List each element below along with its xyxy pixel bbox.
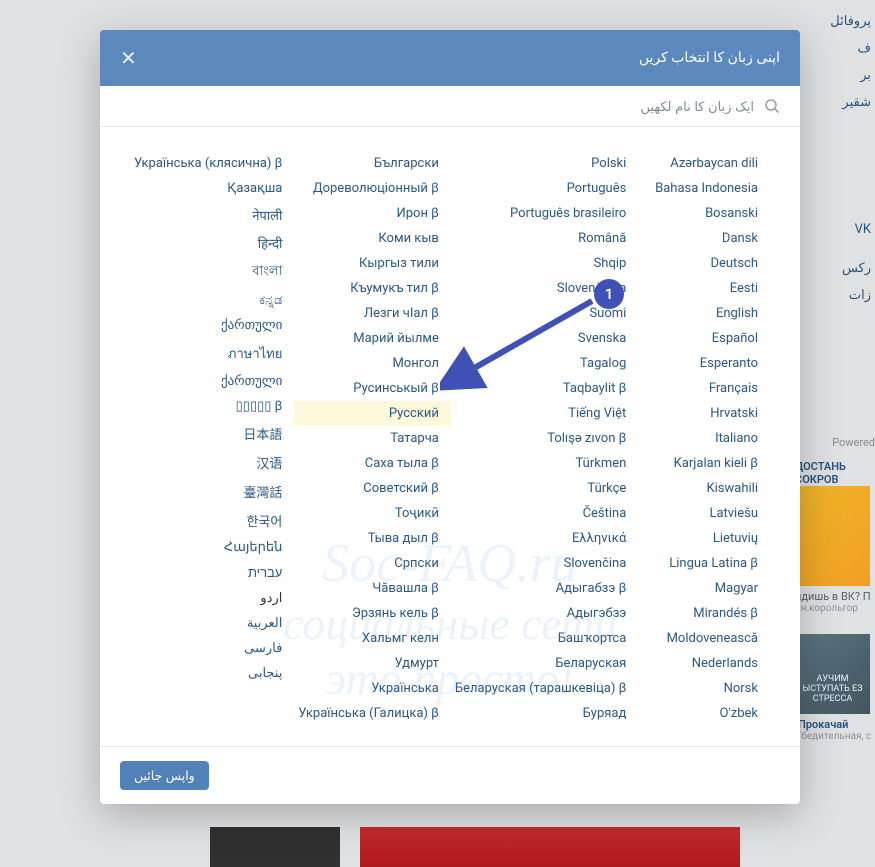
language-option[interactable]: 한국어 (130, 506, 294, 535)
language-option[interactable]: 汉语 (130, 448, 294, 477)
language-option[interactable]: Deutsch (638, 251, 770, 276)
language-option[interactable]: Moldovenească (638, 626, 770, 651)
language-option[interactable]: Адыгэбзэ (451, 601, 638, 626)
language-option[interactable]: Tagalog (451, 351, 638, 376)
language-option[interactable]: Беларуская (тарашкевіца) β (451, 676, 638, 701)
language-option[interactable]: Українська (Галицка) β (294, 701, 451, 726)
language-option[interactable]: Эрзянь кель β (294, 601, 451, 626)
language-option[interactable]: ภาษาไทย (130, 338, 294, 369)
language-option: اردو (130, 586, 294, 611)
language-option[interactable]: Kiswahili (638, 476, 770, 501)
close-icon[interactable]: ✕ (120, 46, 137, 70)
language-option[interactable]: English (638, 301, 770, 326)
language-option[interactable]: Буряад (451, 701, 638, 726)
language-option[interactable]: Українська (клясична) β (130, 151, 294, 176)
language-option[interactable]: Karjalan kieli β (638, 451, 770, 476)
language-option[interactable]: Чӑвашла β (294, 576, 451, 601)
language-option[interactable]: Русинськый β (294, 376, 451, 401)
language-option[interactable]: O'zbek (638, 701, 770, 726)
language-modal: اپنی زبان کا انتخاب کریں ✕ Azərbaycan di… (100, 30, 800, 804)
language-option[interactable]: Bahasa Indonesia (638, 176, 770, 201)
language-option[interactable]: Shqip (451, 251, 638, 276)
language-option[interactable]: ქართული (130, 369, 294, 394)
language-option[interactable]: Lietuvių (638, 526, 770, 551)
annotation-marker: 1 (594, 279, 624, 309)
language-option[interactable]: Тыва дыл β (294, 526, 451, 551)
language-option[interactable]: Latviešu (638, 501, 770, 526)
language-option[interactable]: Հայերեն (130, 535, 294, 560)
language-option[interactable]: Mirandés β (638, 601, 770, 626)
language-option[interactable]: Čeština (451, 501, 638, 526)
language-option[interactable]: Tiếng Việt (451, 401, 638, 426)
language-option[interactable]: Советский β (294, 476, 451, 501)
language-option[interactable]: Башҡортса (451, 626, 638, 651)
language-option[interactable]: Norsk (638, 676, 770, 701)
language-option[interactable]: Лезги чӏал β (294, 301, 451, 326)
language-option[interactable]: Тоҷикӣ (294, 501, 451, 526)
language-list: Azərbaycan diliBahasa IndonesiaBosanskiD… (100, 127, 800, 746)
language-option[interactable]: Ελληνικά (451, 526, 638, 551)
language-option[interactable]: Español (638, 326, 770, 351)
search-bar (100, 86, 800, 127)
language-option[interactable]: Lingua Latina β (638, 551, 770, 576)
language-option[interactable]: ▯▯▯▯▯ β (130, 394, 294, 419)
language-option[interactable]: हिन्दी (130, 229, 294, 257)
back-button[interactable]: واپس جائیں (120, 761, 209, 790)
language-option[interactable]: Удмурт (294, 651, 451, 676)
modal-footer: واپس جائیں (100, 746, 800, 804)
language-option[interactable]: Коми кыв (294, 226, 451, 251)
language-option[interactable]: Къумукъ тил β (294, 276, 451, 301)
language-option[interactable]: Română (451, 226, 638, 251)
language-option[interactable]: Hrvatski (638, 401, 770, 426)
language-option[interactable]: 臺灣話 (130, 477, 294, 506)
language-option[interactable]: Italiano (638, 426, 770, 451)
language-option[interactable]: Português brasileiro (451, 201, 638, 226)
language-option[interactable]: नेपाली (130, 201, 294, 229)
language-option[interactable]: العربية (130, 611, 294, 636)
language-option[interactable]: Хальмг келн (294, 626, 451, 651)
language-option[interactable]: Монгол (294, 351, 451, 376)
language-option[interactable]: Eesti (638, 276, 770, 301)
language-option[interactable]: Адыгабзэ β (451, 576, 638, 601)
language-option[interactable]: فارسی (130, 636, 294, 661)
language-option[interactable]: Français (638, 376, 770, 401)
language-option[interactable]: Саха тыла β (294, 451, 451, 476)
language-option[interactable]: Dansk (638, 226, 770, 251)
language-option[interactable]: 日本語 (130, 419, 294, 448)
language-option[interactable]: Türkmen (451, 451, 638, 476)
language-option[interactable]: Русский (294, 401, 451, 426)
language-option[interactable]: Polski (451, 151, 638, 176)
language-option[interactable]: Татарча (294, 426, 451, 451)
language-option[interactable]: Bosanski (638, 201, 770, 226)
modal-title: اپنی زبان کا انتخاب کریں (639, 50, 780, 66)
search-icon (764, 98, 780, 114)
language-option[interactable]: ಕನ್ನಡ (130, 288, 294, 313)
language-option[interactable]: پنجابی (130, 661, 294, 686)
language-option[interactable]: Nederlands (638, 651, 770, 676)
language-option[interactable]: Български (294, 151, 451, 176)
language-option[interactable]: Esperanto (638, 351, 770, 376)
language-option[interactable]: Дореволюціонный β (294, 176, 451, 201)
language-option[interactable]: Português (451, 176, 638, 201)
language-option[interactable]: Azərbaycan dili (638, 151, 770, 176)
language-option[interactable]: বাংলা (130, 257, 294, 288)
language-option[interactable]: Svenska (451, 326, 638, 351)
language-option[interactable]: Српски (294, 551, 451, 576)
language-option[interactable]: Taqbaylit β (451, 376, 638, 401)
language-option[interactable]: Қазақша (130, 176, 294, 201)
language-option[interactable]: Марий йылме (294, 326, 451, 351)
language-option[interactable]: Tolışə zıvon β (451, 426, 638, 451)
language-option[interactable]: עברית (130, 560, 294, 586)
language-option[interactable]: Slovenčina (451, 551, 638, 576)
language-option[interactable]: Ирон β (294, 201, 451, 226)
language-option[interactable]: ქართული (130, 313, 294, 338)
search-input[interactable] (120, 99, 754, 114)
language-option[interactable]: Türkçe (451, 476, 638, 501)
language-option[interactable]: Magyar (638, 576, 770, 601)
language-option[interactable]: Беларуская (451, 651, 638, 676)
modal-header: اپنی زبان کا انتخاب کریں ✕ (100, 30, 800, 86)
language-option[interactable]: Кыргыз тили (294, 251, 451, 276)
language-option[interactable]: Українська (294, 676, 451, 701)
